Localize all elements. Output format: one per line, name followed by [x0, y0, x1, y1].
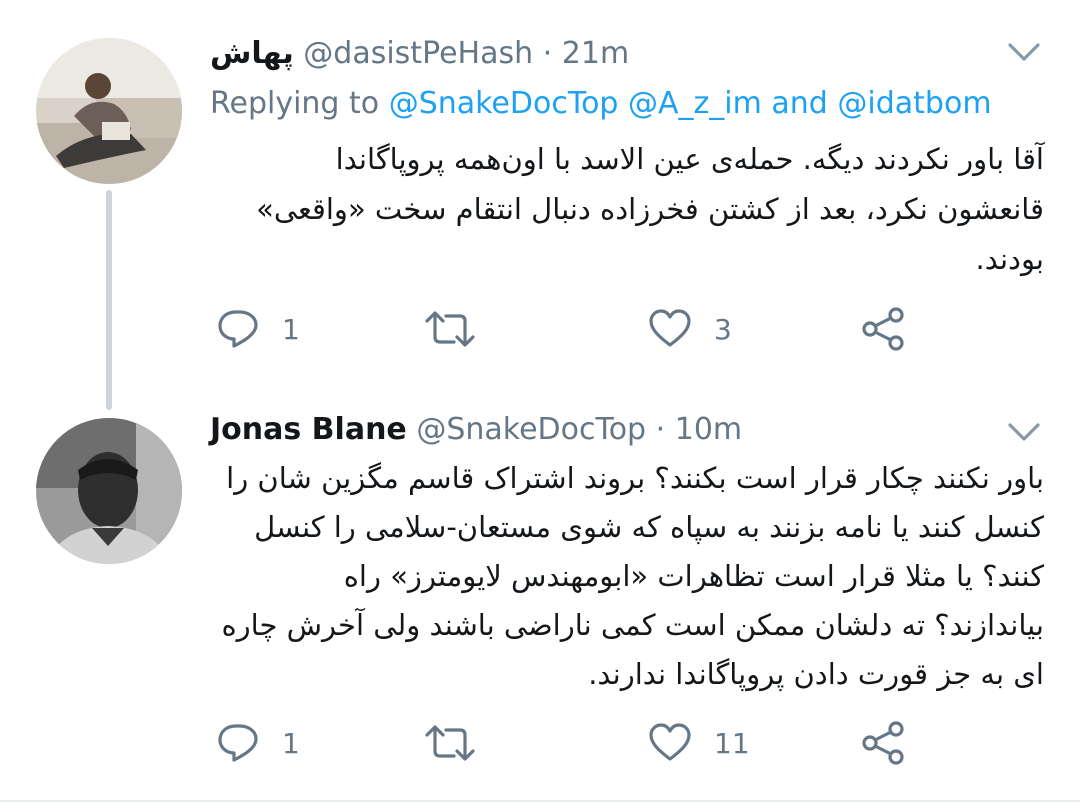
- reply-button[interactable]: 1: [216, 718, 300, 768]
- tweet-text-line: کنسل کنند یا نامه بزنند به سپاه که شوی م…: [254, 510, 1044, 544]
- divider: [0, 800, 1080, 802]
- tweet-text-line: ای به جز قورت دادن پروپاگاندا ندارند.: [588, 657, 1044, 691]
- tweet[interactable]: Jonas Blane @SnakeDocTop · 10m باور نکنن…: [0, 0, 1080, 804]
- tweet-text: باور نکنند چکار قرار است بکنند؟ بروند اش…: [210, 454, 1044, 699]
- retweet-button[interactable]: [424, 718, 498, 768]
- share-button[interactable]: [860, 718, 906, 768]
- like-count: 11: [714, 726, 750, 760]
- tweet-text-line: بیاندازند؟ ته دلشان ممکن است کمی ناراضی …: [221, 608, 1044, 642]
- heart-icon: [648, 723, 692, 763]
- user-handle[interactable]: @SnakeDocTop: [416, 412, 646, 447]
- tweet-text-line: کنند؟ یا مثلا قرار است تظاهرات «ابومهندس…: [343, 559, 1044, 593]
- retweet-icon: [424, 723, 476, 763]
- share-icon: [860, 721, 906, 765]
- timestamp[interactable]: 10m: [675, 412, 742, 447]
- chevron-down-icon[interactable]: [1006, 420, 1042, 444]
- tweet-actions: 1 11: [210, 718, 970, 768]
- display-name[interactable]: Jonas Blane: [210, 412, 407, 447]
- avatar[interactable]: [36, 418, 182, 564]
- like-button[interactable]: 11: [648, 718, 750, 768]
- tweet-text-line: باور نکنند چکار قرار است بکنند؟ بروند اش…: [226, 461, 1044, 495]
- tweet-header: Jonas Blane @SnakeDocTop · 10m: [210, 410, 1010, 450]
- separator-dot: ·: [655, 412, 666, 447]
- reply-icon: [216, 722, 260, 764]
- reply-count: 1: [282, 726, 300, 760]
